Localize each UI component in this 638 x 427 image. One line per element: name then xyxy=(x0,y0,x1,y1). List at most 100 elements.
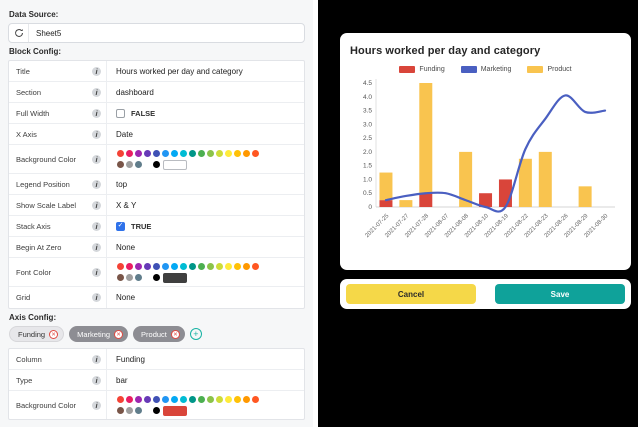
color-dot[interactable] xyxy=(135,150,142,157)
color-dot[interactable] xyxy=(180,263,187,270)
remove-icon[interactable]: ✕ xyxy=(171,330,180,339)
color-dot[interactable] xyxy=(234,263,241,270)
info-icon[interactable]: i xyxy=(92,109,101,118)
color-dot[interactable] xyxy=(126,161,133,168)
color-dot[interactable] xyxy=(225,396,232,403)
color-dot[interactable] xyxy=(135,396,142,403)
color-dot[interactable] xyxy=(135,161,142,168)
color-dot[interactable] xyxy=(189,396,196,403)
legend-item[interactable]: Product xyxy=(527,66,571,73)
color-dot[interactable] xyxy=(243,396,250,403)
legend-item[interactable]: Marketing xyxy=(461,66,512,73)
color-dot[interactable] xyxy=(153,274,160,281)
full-width-checkbox[interactable] xyxy=(116,109,125,118)
color-dot[interactable] xyxy=(225,263,232,270)
axis-background-color-palette[interactable] xyxy=(116,394,260,416)
selected-color-swatch[interactable] xyxy=(163,406,187,416)
info-icon[interactable]: i xyxy=(92,293,101,302)
data-source-input[interactable] xyxy=(29,24,304,42)
color-dot[interactable] xyxy=(243,150,250,157)
color-dot[interactable] xyxy=(180,396,187,403)
color-dot[interactable] xyxy=(162,263,169,270)
color-dot[interactable] xyxy=(135,407,142,414)
chip-marketing[interactable]: Marketing ✕ xyxy=(69,326,128,342)
color-dot[interactable] xyxy=(153,161,160,168)
type-field[interactable]: bar xyxy=(107,373,304,388)
save-button[interactable]: Save xyxy=(495,284,625,304)
color-dot[interactable] xyxy=(153,396,160,403)
info-icon[interactable]: i xyxy=(92,222,101,231)
color-dot[interactable] xyxy=(252,396,259,403)
color-dot[interactable] xyxy=(126,150,133,157)
color-dot[interactable] xyxy=(117,161,124,168)
color-dot[interactable] xyxy=(162,150,169,157)
section-field[interactable]: dashboard xyxy=(107,85,304,100)
info-icon[interactable]: i xyxy=(92,243,101,252)
stack-axis-checkbox[interactable]: ✓ xyxy=(116,222,125,231)
color-dot[interactable] xyxy=(225,150,232,157)
color-dot[interactable] xyxy=(216,150,223,157)
cancel-button[interactable]: Cancel xyxy=(346,284,476,304)
color-dot[interactable] xyxy=(198,150,205,157)
color-dot[interactable] xyxy=(126,396,133,403)
color-dot[interactable] xyxy=(135,274,142,281)
color-dot[interactable] xyxy=(117,263,124,270)
color-dot[interactable] xyxy=(198,263,205,270)
legend-position-field[interactable]: top xyxy=(107,177,304,192)
info-icon[interactable]: i xyxy=(92,67,101,76)
legend-item[interactable]: Funding xyxy=(399,66,444,73)
info-icon[interactable]: i xyxy=(92,355,101,364)
color-dot[interactable] xyxy=(144,150,151,157)
color-dot[interactable] xyxy=(189,150,196,157)
color-dot[interactable] xyxy=(153,263,160,270)
color-dot[interactable] xyxy=(189,263,196,270)
color-dot[interactable] xyxy=(171,396,178,403)
color-dot[interactable] xyxy=(180,150,187,157)
add-axis-icon[interactable]: + xyxy=(190,328,202,340)
remove-icon[interactable]: ✕ xyxy=(114,330,123,339)
info-icon[interactable]: i xyxy=(92,155,101,164)
color-dot[interactable] xyxy=(207,396,214,403)
color-dot[interactable] xyxy=(135,263,142,270)
color-dot[interactable] xyxy=(153,150,160,157)
color-dot[interactable] xyxy=(234,396,241,403)
selected-color-swatch[interactable] xyxy=(163,160,187,170)
info-icon[interactable]: i xyxy=(92,88,101,97)
x-axis-field[interactable]: Date xyxy=(107,127,304,142)
color-dot[interactable] xyxy=(117,407,124,414)
column-field[interactable]: Funding xyxy=(107,352,304,367)
color-dot[interactable] xyxy=(117,274,124,281)
info-icon[interactable]: i xyxy=(92,180,101,189)
color-dot[interactable] xyxy=(144,263,151,270)
info-icon[interactable]: i xyxy=(92,130,101,139)
color-dot[interactable] xyxy=(117,150,124,157)
chip-product[interactable]: Product ✕ xyxy=(133,326,185,342)
sync-icon[interactable] xyxy=(9,24,29,42)
color-dot[interactable] xyxy=(252,150,259,157)
color-dot[interactable] xyxy=(171,150,178,157)
begin-at-zero-field[interactable]: None xyxy=(107,240,304,255)
info-icon[interactable]: i xyxy=(92,268,101,277)
color-dot[interactable] xyxy=(126,263,133,270)
color-dot[interactable] xyxy=(126,407,133,414)
color-dot[interactable] xyxy=(117,396,124,403)
color-dot[interactable] xyxy=(144,396,151,403)
color-dot[interactable] xyxy=(126,274,133,281)
color-dot[interactable] xyxy=(216,396,223,403)
color-dot[interactable] xyxy=(207,150,214,157)
color-dot[interactable] xyxy=(234,150,241,157)
color-dot[interactable] xyxy=(243,263,250,270)
color-dot[interactable] xyxy=(198,396,205,403)
color-dot[interactable] xyxy=(162,396,169,403)
selected-color-swatch[interactable] xyxy=(163,273,187,283)
color-dot[interactable] xyxy=(216,263,223,270)
chip-funding[interactable]: Funding ✕ xyxy=(9,326,64,342)
show-scale-label-field[interactable]: X & Y xyxy=(107,198,304,213)
grid-field[interactable]: None xyxy=(107,290,304,305)
info-icon[interactable]: i xyxy=(92,401,101,410)
background-color-palette[interactable] xyxy=(116,148,260,170)
remove-icon[interactable]: ✕ xyxy=(49,330,58,339)
color-dot[interactable] xyxy=(207,263,214,270)
info-icon[interactable]: i xyxy=(92,376,101,385)
font-color-palette[interactable] xyxy=(116,261,260,283)
